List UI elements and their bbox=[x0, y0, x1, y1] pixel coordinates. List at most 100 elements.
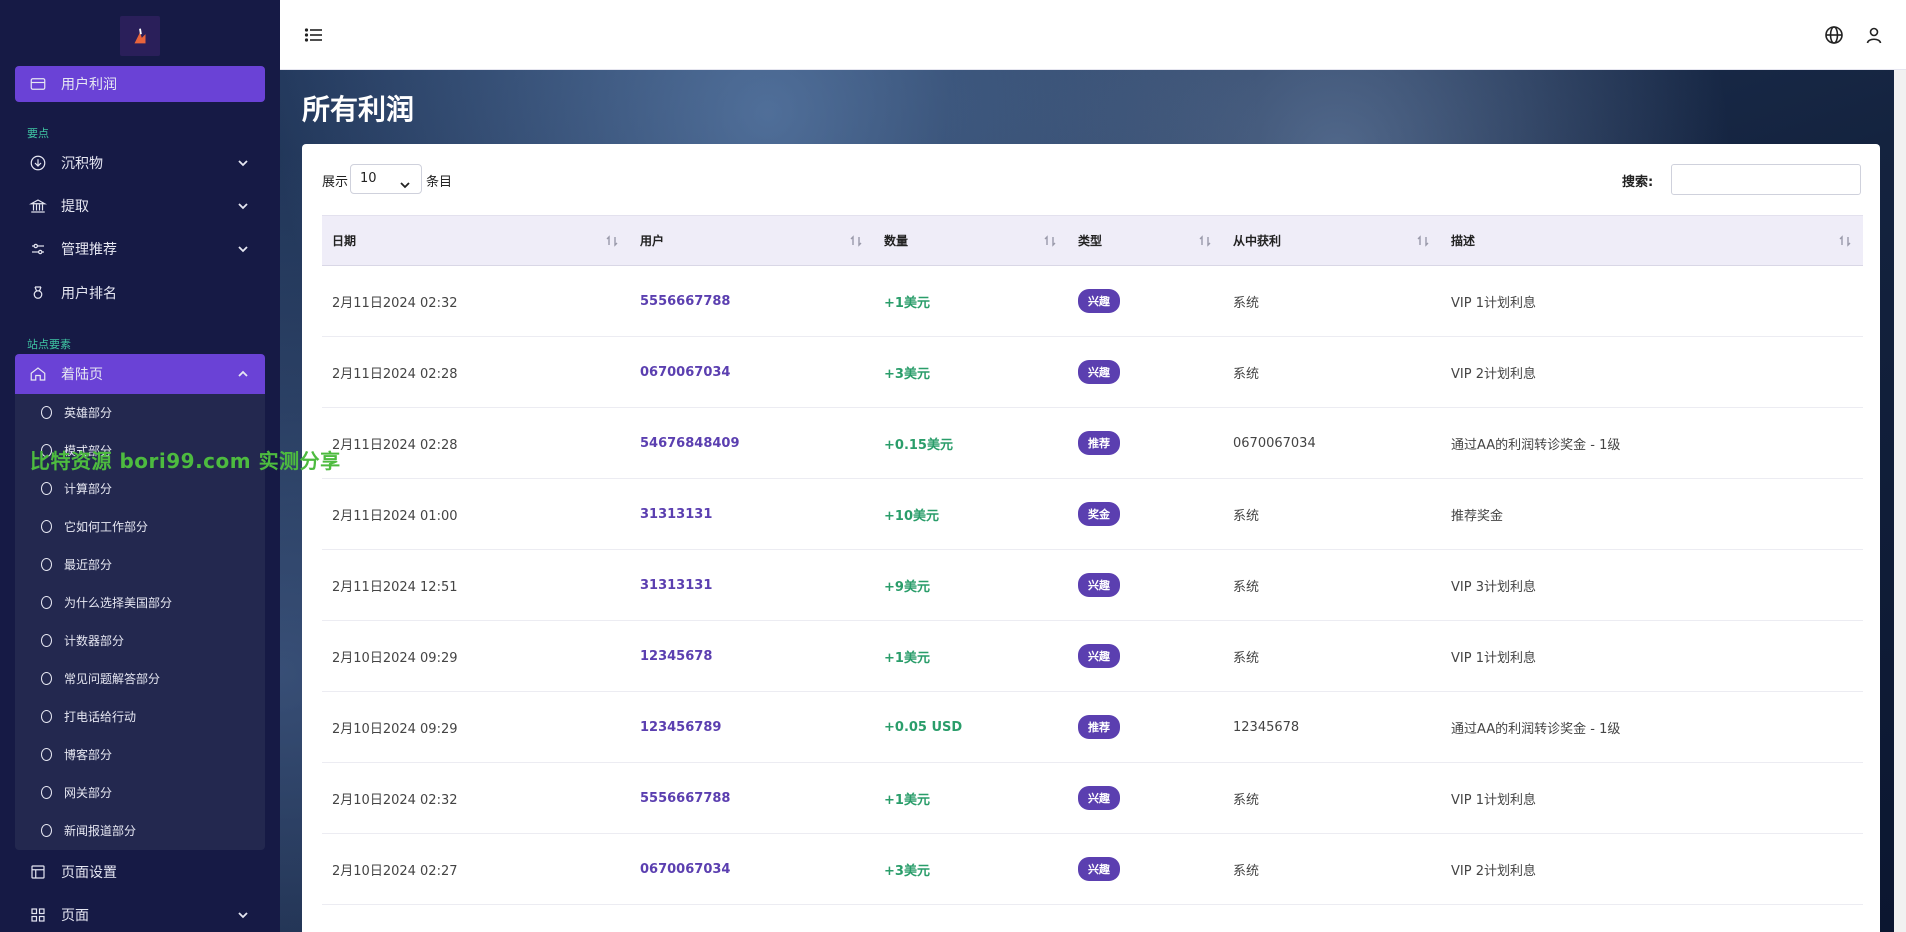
column-header-description[interactable]: 描述 bbox=[1441, 215, 1863, 266]
page-title: 所有利润 bbox=[302, 93, 415, 126]
cell-date: 2月11日2024 02:32 bbox=[322, 265, 630, 337]
cell-user-link[interactable]: 5556667788 bbox=[630, 762, 874, 834]
page-length-select[interactable]: 10 bbox=[350, 164, 422, 194]
sort-icon bbox=[1417, 235, 1429, 247]
page-scrollbar[interactable] bbox=[1894, 70, 1906, 932]
cell-type: 兴趣 bbox=[1068, 336, 1223, 408]
show-label: 展示 bbox=[322, 175, 349, 190]
sliders-icon bbox=[29, 240, 47, 258]
globe-icon[interactable] bbox=[1824, 25, 1844, 45]
table-row: 2月11日2024 02:28 54676848409 +0.15美元 推荐 06700… bbox=[322, 407, 1863, 479]
sidebar-item-page-settings[interactable]: 页面设置 bbox=[15, 854, 265, 890]
cell-description: 通过AA的利润转诊奖金 - 1级 bbox=[1441, 691, 1863, 763]
column-header-date[interactable]: 日期 bbox=[322, 215, 630, 266]
sidebar-item-user-ranking[interactable]: 用户排名 bbox=[15, 275, 265, 311]
table-header-row: 日期 用户 数量 类型 从中获利 描述 bbox=[322, 215, 1863, 266]
cell-user-link[interactable]: 5556667788 bbox=[630, 265, 874, 337]
cell-amount: +1美元 bbox=[874, 265, 1068, 337]
cell-from: 系统 bbox=[1223, 833, 1441, 905]
entries-label: 条目 bbox=[426, 175, 453, 190]
bank-icon bbox=[29, 197, 47, 215]
cell-date: 2月11日2024 01:00 bbox=[322, 478, 630, 550]
cell-description: 推荐奖金 bbox=[1441, 478, 1863, 550]
type-badge: 推荐 bbox=[1078, 431, 1120, 455]
circle-icon bbox=[41, 405, 52, 419]
circle-icon bbox=[41, 671, 52, 685]
cell-date: 2月11日2024 02:28 bbox=[322, 336, 630, 408]
cell-user-link[interactable]: 0670067034 bbox=[630, 336, 874, 408]
circle-icon bbox=[41, 557, 52, 571]
submenu-item[interactable]: 打电话给行动 bbox=[41, 701, 136, 731]
sidebar-item-deposits[interactable]: 沉积物 bbox=[15, 145, 265, 181]
circle-icon bbox=[41, 747, 52, 761]
cell-user-link[interactable]: 54676848409 bbox=[630, 407, 874, 479]
cell-user-link[interactable]: 12345678 bbox=[630, 620, 874, 692]
cell-type: 兴趣 bbox=[1068, 620, 1223, 692]
cell-from: 系统 bbox=[1223, 620, 1441, 692]
cell-date: 2月10日2024 02:27 bbox=[322, 833, 630, 905]
submenu-item[interactable]: 计算部分 bbox=[41, 473, 112, 503]
cell-description: VIP 1计划利息 bbox=[1441, 620, 1863, 692]
column-header-type[interactable]: 类型 bbox=[1068, 215, 1223, 266]
submenu-item[interactable]: 常见问题解答部分 bbox=[41, 663, 160, 693]
watermark: 比特资源 bori99.com 实测分享 bbox=[30, 449, 341, 473]
circle-icon bbox=[41, 595, 52, 609]
cell-user-link[interactable]: 123456789 bbox=[630, 691, 874, 763]
column-header-user[interactable]: 用户 bbox=[630, 215, 874, 266]
sidebar-item-label: 用户利润 bbox=[61, 77, 117, 93]
cell-type: 奖金 bbox=[1068, 478, 1223, 550]
submenu-item[interactable]: 它如何工作部分 bbox=[41, 511, 148, 541]
type-badge: 兴趣 bbox=[1078, 786, 1120, 810]
user-icon[interactable] bbox=[1864, 25, 1884, 45]
cell-user-link[interactable]: 31313131 bbox=[630, 549, 874, 621]
cell-amount: +0.15美元 bbox=[874, 407, 1068, 479]
cell-amount: +1美元 bbox=[874, 762, 1068, 834]
chevron-down-icon bbox=[237, 243, 249, 255]
table-row: 2月10日2024 02:27 0670067034 +3美元 兴趣 系统 VIP 2计划… bbox=[322, 833, 1863, 905]
menu-icon[interactable] bbox=[304, 25, 324, 45]
submenu-item[interactable]: 网关部分 bbox=[41, 777, 112, 807]
cell-user-link[interactable]: 0670067034 bbox=[630, 833, 874, 905]
table-row: 2月11日2024 01:00 31313131 +10美元 奖金 系统 推荐奖金 bbox=[322, 478, 1863, 550]
table-row: 2月11日2024 12:51 31313131 +9美元 兴趣 系统 VIP 3计划利息 bbox=[322, 549, 1863, 621]
sort-icon bbox=[606, 235, 618, 247]
sidebar-item-label: 提取 bbox=[61, 199, 89, 215]
type-badge: 兴趣 bbox=[1078, 573, 1120, 597]
cell-type: 推荐 bbox=[1068, 407, 1223, 479]
cell-from: 系统 bbox=[1223, 549, 1441, 621]
deposit-icon bbox=[29, 154, 47, 172]
cell-user-link[interactable]: 31313131 bbox=[630, 478, 874, 550]
submenu-item[interactable]: 英雄部分 bbox=[41, 397, 112, 427]
type-badge: 兴趣 bbox=[1078, 857, 1120, 881]
submenu-item[interactable]: 计数器部分 bbox=[41, 625, 124, 655]
column-header-amount[interactable]: 数量 bbox=[874, 215, 1068, 266]
cell-amount: +10美元 bbox=[874, 478, 1068, 550]
sidebar-item-landing-page[interactable]: 着陆页 bbox=[15, 354, 265, 394]
sidebar-item-label: 沉积物 bbox=[61, 156, 103, 172]
search-label: 搜索: bbox=[1622, 175, 1654, 190]
cell-description: VIP 1计划利息 bbox=[1441, 762, 1863, 834]
sidebar-item-manage-referrals[interactable]: 管理推荐 bbox=[15, 231, 265, 267]
submenu-item[interactable]: 新闻报道部分 bbox=[41, 815, 136, 845]
submenu-item[interactable]: 为什么选择美国部分 bbox=[41, 587, 172, 617]
type-badge: 兴趣 bbox=[1078, 360, 1120, 384]
sidebar-item-withdraw[interactable]: 提取 bbox=[15, 188, 265, 224]
table-row: 2月10日2024 09:29 12345678 +1美元 兴趣 系统 VIP 1计划利息 bbox=[322, 620, 1863, 692]
search-input[interactable] bbox=[1671, 164, 1861, 195]
cell-date: 2月10日2024 09:29 bbox=[322, 691, 630, 763]
circle-icon bbox=[41, 633, 52, 647]
column-header-from[interactable]: 从中获利 bbox=[1223, 215, 1441, 266]
sidebar-item-user-profit[interactable]: 用户利润 bbox=[15, 66, 265, 102]
sidebar-item-label: 用户排名 bbox=[61, 286, 117, 302]
sidebar-item-label: 页面 bbox=[61, 908, 89, 924]
logo[interactable] bbox=[120, 16, 160, 56]
sidebar-item-pages[interactable]: 页面 bbox=[15, 897, 265, 932]
cell-type: 兴趣 bbox=[1068, 833, 1223, 905]
sort-icon bbox=[1044, 235, 1056, 247]
submenu-item[interactable]: 博客部分 bbox=[41, 739, 112, 769]
submenu-item[interactable]: 最近部分 bbox=[41, 549, 112, 579]
grid-icon bbox=[29, 906, 47, 924]
sidebar-item-label: 着陆页 bbox=[61, 367, 103, 383]
home-icon bbox=[29, 365, 47, 383]
chevron-down-icon bbox=[237, 909, 249, 921]
